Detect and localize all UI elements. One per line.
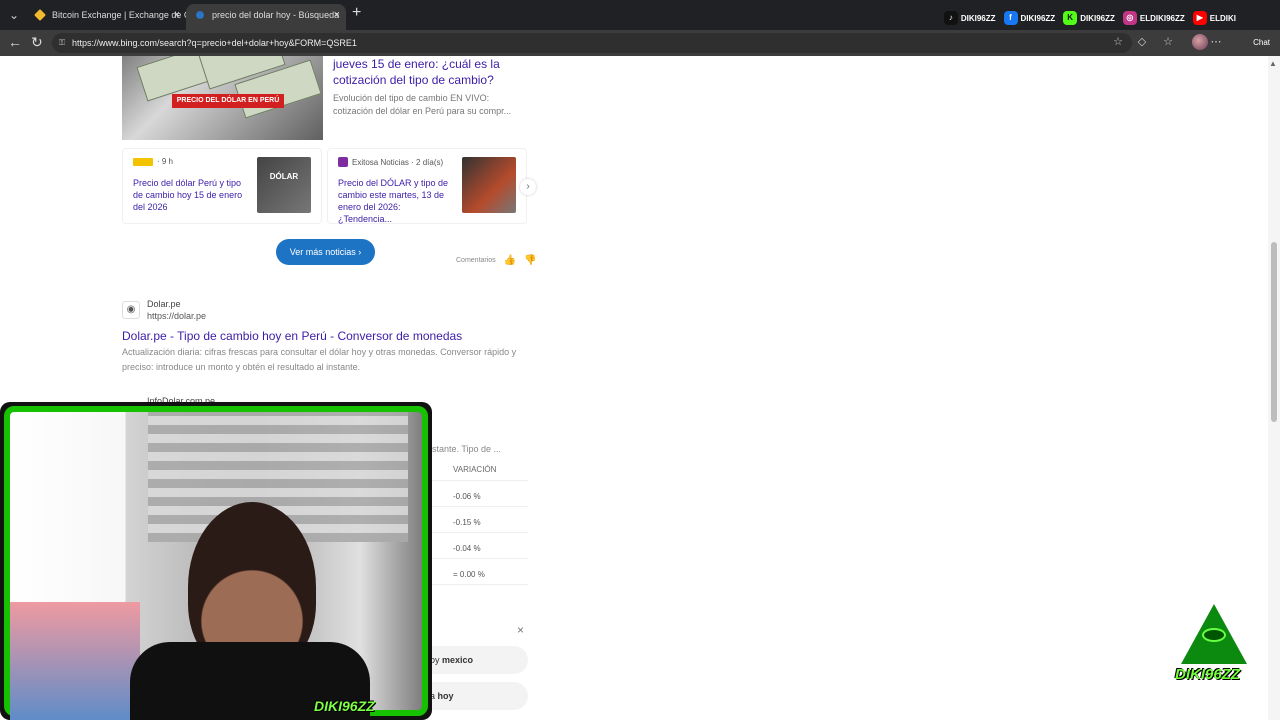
news-source: · 9 h <box>133 157 173 166</box>
stream-logo: DIKI96ZZ <box>1175 604 1253 684</box>
table-cell: -0.06 % <box>453 492 481 501</box>
more-icon[interactable]: ⋯ <box>1210 36 1222 48</box>
social-label: DIKI96ZZ <box>1020 13 1056 23</box>
news-title[interactable]: Precio del dólar Perú y tipo de cambio h… <box>133 177 248 213</box>
logo-text: DIKI96ZZ <box>1175 666 1241 683</box>
hero-news-description: Evolución del tipo de cambio EN VIVO: co… <box>333 93 512 116</box>
news-title[interactable]: Precio del DÓLAR y tipo de cambio este m… <box>338 177 453 225</box>
news-source: Exitosa Noticias · 2 día(s) <box>338 157 443 167</box>
globe-icon: ◉ <box>122 301 140 319</box>
youtube-icon: ▶ <box>1192 11 1207 25</box>
new-tab-button[interactable]: + <box>352 4 361 22</box>
table-cell: -0.15 % <box>453 518 481 527</box>
source-logo <box>133 157 153 166</box>
close-icon[interactable]: × <box>334 4 340 26</box>
tiktok-icon: ♪ <box>943 11 958 25</box>
hero-news-title[interactable]: jueves 15 de enero: ¿cuál es la cotizaci… <box>333 56 518 88</box>
thumbs-up-icon[interactable]: 👍 <box>504 255 516 266</box>
browser-chrome: ⌄ Bitcoin Exchange | Exchange de C... × … <box>0 0 1280 56</box>
instagram-icon: ◎ <box>1122 11 1137 25</box>
result-url[interactable]: https://dolar.pe <box>147 311 206 321</box>
news-thumbnail <box>462 157 516 213</box>
site-info-icon[interactable]: ⚿ <box>59 33 65 53</box>
table-cell: = 0.00 % <box>453 570 485 579</box>
kick-icon: K <box>1063 11 1078 25</box>
chat-label: Chat <box>1253 38 1270 47</box>
address-bar: ← ↻ ⚿ https://www.bing.com/search?q=prec… <box>0 30 1280 56</box>
feedback: Comentarios 👍 👎 <box>456 255 537 266</box>
webcam-overlay <box>0 402 432 720</box>
scroll-thumb[interactable] <box>1271 242 1277 422</box>
social-facebook: f DIKI96ZZ <box>1003 11 1056 25</box>
profile-avatar[interactable] <box>1192 34 1208 50</box>
social-label: DIKI96ZZ <box>1080 13 1115 23</box>
social-youtube: ▶ ELDIKI <box>1192 11 1236 25</box>
tab-menu-icon[interactable]: ⌄ <box>4 5 24 25</box>
table-divider <box>432 506 528 507</box>
vertical-scrollbar[interactable]: ▲ <box>1268 56 1280 720</box>
refresh-button[interactable]: ↻ <box>31 34 43 51</box>
more-news-label: Ver más noticias <box>289 247 356 257</box>
more-news-button[interactable]: Ver más noticias › <box>276 239 375 265</box>
table-divider <box>432 532 528 533</box>
logo-eye-icon <box>1202 628 1226 642</box>
social-instagram: ◎ ELDIKI96ZZ <box>1122 11 1185 25</box>
tab-bitcoin-exchange[interactable]: Bitcoin Exchange | Exchange de C... × <box>26 4 186 30</box>
news-time: · 9 h <box>157 157 174 166</box>
table-divider <box>432 558 528 559</box>
chat-button[interactable]: Chat <box>1253 33 1270 53</box>
table-divider <box>432 480 528 481</box>
feedback-label: Comentarios <box>456 257 496 264</box>
url-text: https://www.bing.com/search?q=precio+del… <box>72 38 357 48</box>
back-button[interactable]: ← <box>8 34 22 50</box>
close-icon[interactable]: × <box>174 4 180 26</box>
related-bold: mexico <box>442 655 474 665</box>
hero-news-image[interactable]: PRECIO DEL DÓLAR EN PERÚ <box>122 56 323 140</box>
webcam-frame <box>4 406 428 720</box>
hero-image-band: PRECIO DEL DÓLAR EN PERÚ <box>172 94 284 108</box>
collections-icon[interactable]: ☆ <box>1162 36 1174 48</box>
url-field[interactable]: ⚿ https://www.bing.com/search?q=precio+d… <box>52 33 1132 53</box>
tab-label: precio del dolar hoy - Búsqueda <box>212 10 340 20</box>
source-logo <box>338 157 348 167</box>
extensions-icon[interactable]: ◇ <box>1136 36 1148 48</box>
result-description: Actualización diaria: cifras frescas par… <box>122 347 517 372</box>
table-header: VARIACIÓN <box>453 465 497 474</box>
related-bold: hoy <box>437 691 454 701</box>
result-title[interactable]: Dolar.pe - Tipo de cambio hoy en Perú - … <box>122 329 462 343</box>
bing-icon <box>196 11 204 19</box>
close-icon[interactable]: × <box>517 623 524 637</box>
favorite-icon[interactable]: ☆ <box>1112 36 1124 48</box>
binance-icon <box>34 9 46 21</box>
stream-badge: DIKI96ZZ <box>314 698 375 714</box>
table-cell: -0.04 % <box>453 544 481 553</box>
tab-bar: ⌄ Bitcoin Exchange | Exchange de C... × … <box>0 0 1280 30</box>
news-thumbnail: DÓLAR <box>257 157 311 213</box>
related-search-pill[interactable]: oy mexico <box>420 646 528 674</box>
related-search-pill[interactable]: a hoy <box>420 682 528 710</box>
result-snippet: stante. Tipo de ... <box>432 444 502 454</box>
thumbs-down-icon[interactable]: 👎 <box>524 255 536 266</box>
news-card[interactable]: Exitosa Noticias · 2 día(s) Precio del D… <box>327 148 527 224</box>
news-card[interactable]: · 9 h Precio del dólar Perú y tipo de ca… <box>122 148 322 224</box>
scroll-up-icon[interactable]: ▲ <box>1269 59 1277 68</box>
social-overlay: ♪ DIKI96ZZ f DIKI96ZZ K DIKI96ZZ ◎ ELDIKI96Z… <box>943 9 1236 27</box>
social-label: ELDIKI <box>1209 13 1236 23</box>
table-divider <box>432 584 528 585</box>
social-label: ELDIKI96ZZ <box>1139 13 1185 23</box>
facebook-icon: f <box>1003 11 1018 25</box>
tab-bing-search[interactable]: precio del dolar hoy - Búsqueda × <box>186 4 346 30</box>
social-kick: K DIKI96ZZ <box>1063 11 1115 25</box>
result-site: Dolar.pe <box>147 299 181 309</box>
room-desk <box>10 602 140 720</box>
chevron-right-icon[interactable]: › <box>520 179 536 195</box>
social-label: DIKI96ZZ <box>960 13 996 23</box>
news-source-label: Exitosa Noticias · 2 día(s) <box>352 157 444 167</box>
tab-label: Bitcoin Exchange | Exchange de C... <box>52 10 186 20</box>
social-tiktok: ♪ DIKI96ZZ <box>943 11 996 25</box>
